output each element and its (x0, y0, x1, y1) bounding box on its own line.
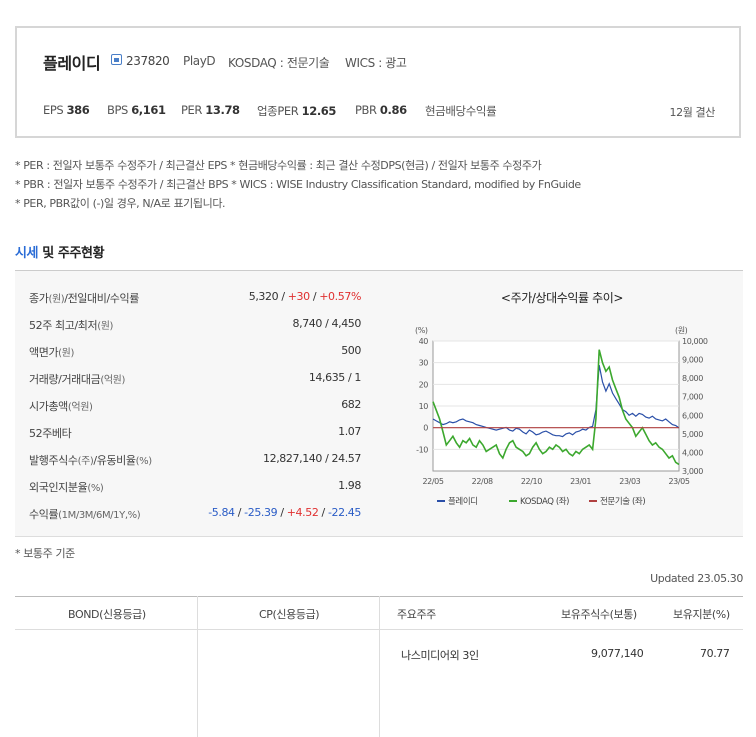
metric-per: PER 13.78 (181, 103, 240, 117)
table-row: 52주 최고/최저(원) 8,740 / 4,450 (29, 317, 361, 332)
column-divider (379, 596, 380, 737)
legend-label: 전문기술 (좌) (600, 496, 645, 507)
legend-label: KOSDAQ (좌) (520, 497, 569, 507)
stock-code: 237820 (126, 54, 170, 68)
right-tick-label: 8,000 (682, 374, 703, 383)
metric-notes: * PER : 전일자 보통주 수정주가 / 최근결산 EPS * 현금배당수익… (15, 156, 581, 213)
holder-header: 주요주주 (397, 608, 436, 621)
right-tick-label: 10,000 (682, 337, 708, 346)
legend-label: 플레이디 (448, 496, 478, 507)
right-tick-label: 7,000 (682, 393, 703, 402)
x-tick-label: 23/01 (570, 477, 591, 486)
note-line: * PBR : 전일자 보통주 수정주가 / 최근결산 BPS * WICS :… (15, 178, 581, 191)
metric-dividend-yield: 현금배당수익률 (425, 104, 497, 118)
left-tick-label: -10 (416, 445, 428, 454)
left-tick-label: 20 (419, 380, 429, 389)
price-relative-return-chart: 40 30 20 10 0 -10 10,000 9,000 8,000 7,000 6,000 5,… (415, 326, 708, 507)
x-tick-label: 22/10 (521, 477, 542, 486)
stake-header: 보유지분(%) (673, 608, 730, 621)
shareholder-table: BOND(신용등급) CP(신용등급) 주요주주 보유주식수(보통) 보유지분(… (15, 596, 743, 737)
section-title: 시세 및 주주현황 (15, 246, 105, 261)
table-row: 수익률(1M/3M/6M/1Y,%) -5.84 / -25.39 / +4.5… (29, 506, 361, 521)
settlement-month: 12월 결산 (669, 106, 716, 119)
x-tick-label: 22/08 (472, 477, 493, 486)
table-row: 외국인지분율(%) 1.98 (29, 479, 361, 494)
shares-header: 보유주식수(보통) (561, 608, 637, 621)
metric-bps: BPS 6,161 (107, 103, 166, 117)
table-row: 시가총액(억원) 682 (29, 398, 361, 413)
table-row: 52주베타 1.07 (29, 425, 361, 440)
left-tick-label: 0 (423, 424, 428, 433)
table-row: 액면가(원) 500 (29, 344, 361, 359)
english-name: PlayD (183, 54, 216, 68)
kosdaq-market-icon (111, 54, 122, 65)
table-row: 종가(원)/전일대비/수익률 5,320 / +30 / +0.57% (29, 290, 361, 305)
metric-pbr: PBR 0.86 (355, 103, 407, 117)
wics-sector: WICS : 광고 (345, 56, 407, 70)
cp-header: CP(신용등급) (259, 608, 320, 621)
price-chart-panel: <주가/상대수익률 추이> 40 30 20 10 0 -10 10,000 9,000 8,0… (381, 270, 743, 537)
metric-eps: EPS 386 (43, 103, 90, 117)
column-divider (197, 596, 198, 737)
right-tick-label: 4,000 (682, 448, 703, 457)
market-info-table: 종가(원)/전일대비/수익률 5,320 / +30 / +0.57% 52주 … (15, 270, 381, 537)
company-summary-card: 플레이디 237820 PlayD KOSDAQ : 전문기술 WICS : 광… (15, 26, 741, 138)
table-row: 발행주식수(주)/유동비율(%) 12,827,140 / 24.57 (29, 452, 361, 467)
note-line: * PER : 전일자 보통주 수정주가 / 최근결산 EPS * 현금배당수익… (15, 159, 542, 172)
left-tick-label: 10 (419, 402, 429, 411)
note-line: * PER, PBR값이 (-)일 경우, N/A로 표기됩니다. (15, 197, 226, 210)
table-row: 거래량/거래대금(억원) 14,635 / 1 (29, 371, 361, 386)
right-tick-label: 6,000 (682, 411, 703, 420)
right-tick-label: 3,000 (682, 467, 703, 476)
market-sector: KOSDAQ : 전문기술 (228, 56, 330, 70)
updated-date: Updated 23.05.30 (650, 572, 743, 585)
major-holder-name: 나스미디어외 3인 (401, 649, 479, 662)
left-tick-label: 30 (419, 359, 429, 368)
x-tick-label: 23/03 (619, 477, 640, 486)
company-name: 플레이디 (43, 54, 101, 73)
x-tick-label: 22/05 (422, 477, 443, 486)
metric-industry-per: 업종PER 12.65 (257, 104, 337, 118)
right-tick-label: 5,000 (682, 430, 703, 439)
left-tick-label: 40 (419, 337, 429, 346)
left-axis-unit: (%) (415, 326, 428, 335)
major-holder-shares: 9,077,140 (591, 647, 644, 660)
bond-header: BOND(신용등급) (68, 608, 146, 621)
right-axis-unit: (원) (675, 326, 688, 335)
right-tick-label: 9,000 (682, 356, 703, 365)
footnote: * 보통주 기준 (15, 547, 75, 560)
x-tick-label: 23/05 (668, 477, 689, 486)
major-holder-stake: 70.77 (700, 647, 730, 660)
